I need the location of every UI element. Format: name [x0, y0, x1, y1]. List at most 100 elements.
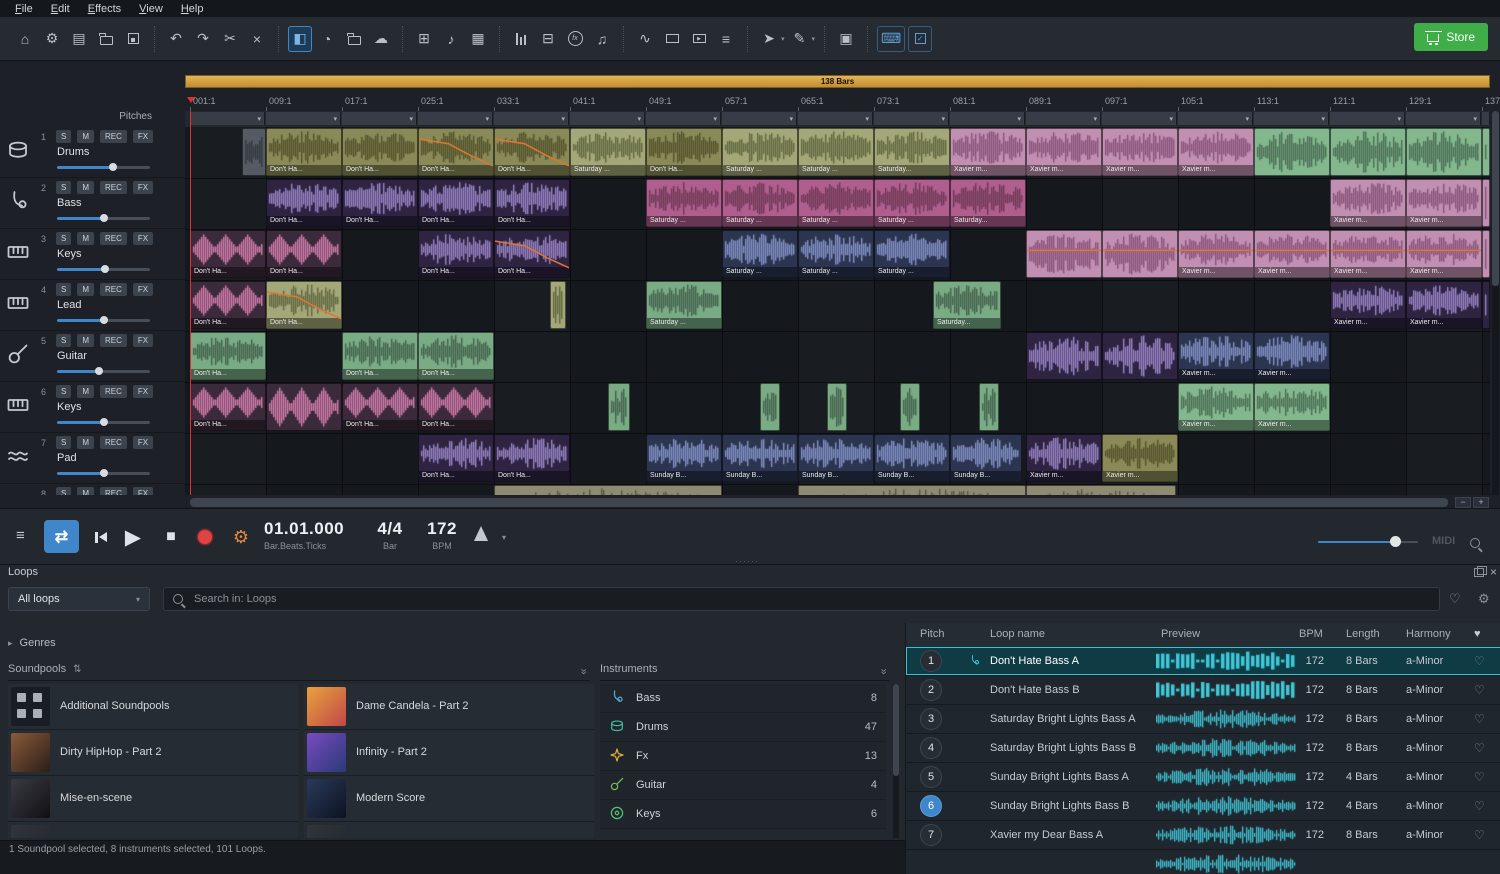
live-pads-icon[interactable]: ⊟: [536, 26, 560, 52]
track-volume-slider[interactable]: [57, 319, 150, 322]
volume-knob[interactable]: [1390, 536, 1401, 547]
track-volume-slider[interactable]: [57, 421, 150, 424]
loop-row[interactable]: 2Don't Hate Bass B1728 Barsa-Minor♡: [906, 676, 1500, 705]
track-1-fx-button[interactable]: FX: [133, 130, 153, 143]
open-project-icon[interactable]: [94, 26, 118, 52]
video-monitor-icon[interactable]: ▶: [687, 26, 711, 52]
clip[interactable]: Don't Ha...: [494, 179, 570, 227]
automation-icon[interactable]: ∿: [633, 26, 657, 52]
clip[interactable]: Sunday B...: [950, 434, 1022, 482]
column-header-loop-name[interactable]: Loop name: [990, 628, 1045, 640]
clip[interactable]: Saturday ...: [874, 179, 950, 227]
instrument-row[interactable]: Keys6: [600, 800, 886, 829]
clip[interactable]: Xavier m...: [1178, 128, 1254, 176]
clip[interactable]: Xavier m...: [1102, 128, 1178, 176]
vscroll-thumb[interactable]: [1492, 111, 1499, 286]
section-cell[interactable]: ▾: [1406, 112, 1481, 125]
object-monitor-icon[interactable]: ◧: [288, 26, 312, 52]
track-volume-slider[interactable]: [57, 268, 150, 271]
track-3-s-button[interactable]: S: [56, 232, 71, 245]
soundpool-item[interactable]: [304, 822, 594, 838]
clip[interactable]: Sunday B...: [722, 434, 798, 482]
favorite-icon[interactable]: ♡: [1474, 741, 1485, 755]
metronome-settings-button[interactable]: ⚙: [226, 522, 256, 552]
clip[interactable]: Xavier m...: [1330, 230, 1406, 278]
clip[interactable]: [608, 383, 630, 431]
section-cell[interactable]: [1482, 112, 1490, 125]
search-icon[interactable]: [1470, 535, 1480, 553]
volume-knob[interactable]: [95, 367, 103, 375]
clip[interactable]: Xavier m...: [1254, 383, 1330, 431]
instrument-row[interactable]: Fx13: [600, 742, 886, 771]
track-8-fx-button[interactable]: FX: [133, 487, 153, 495]
loop-range-bar[interactable]: 138 Bars: [185, 75, 1490, 88]
menu-file[interactable]: File: [6, 2, 42, 16]
section-cell[interactable]: ▾: [342, 112, 417, 125]
track-2-m-button[interactable]: M: [77, 181, 94, 194]
clip[interactable]: Saturday ...: [570, 128, 646, 176]
pitches-label[interactable]: Pitches: [92, 111, 152, 122]
pitch-badge[interactable]: 6: [920, 795, 942, 817]
instrument-row[interactable]: Guitar4: [600, 771, 886, 800]
clip[interactable]: Saturday ...: [722, 230, 798, 278]
track-grid[interactable]: Don't Ha...Don't Ha...Don't Ha...Don't H…: [185, 127, 1490, 495]
track-8-m-button[interactable]: M: [77, 487, 94, 495]
track-6-m-button[interactable]: M: [77, 385, 94, 398]
metronome-dropdown-icon[interactable]: ▾: [502, 533, 506, 542]
preview-waveform[interactable]: [1156, 709, 1296, 729]
mouse-mode-icon[interactable]: ➤: [757, 26, 781, 52]
sort-icon[interactable]: ⇅: [73, 664, 81, 675]
vertical-scrollbar[interactable]: [1492, 111, 1499, 495]
loop-row[interactable]: 5Sunday Bright Lights Bass A1724 Barsa-M…: [906, 763, 1500, 792]
clip[interactable]: Don't Ha...: [418, 179, 494, 227]
stop-button[interactable]: ■: [156, 522, 186, 552]
level-meter-icon[interactable]: ◔: [315, 26, 339, 52]
track-7-fx-button[interactable]: FX: [133, 436, 153, 449]
search-field[interactable]: [163, 587, 1440, 611]
audio-editor-icon[interactable]: ♪: [439, 26, 463, 52]
track-2-rec-button[interactable]: REC: [100, 181, 127, 194]
track-volume-slider[interactable]: [57, 472, 150, 475]
section-cell[interactable]: ▾: [798, 112, 873, 125]
clip[interactable]: [760, 383, 780, 431]
menu-view[interactable]: View: [130, 2, 172, 16]
loops-search-input[interactable]: [192, 592, 1430, 606]
master-volume-slider[interactable]: [1318, 536, 1418, 548]
home-icon[interactable]: ⌂: [13, 26, 37, 52]
pitch-badge[interactable]: 1: [920, 650, 942, 672]
clip[interactable]: Don't Ha...: [494, 434, 570, 482]
favorite-icon[interactable]: ♡: [1474, 712, 1485, 726]
soundpool-item[interactable]: [8, 822, 298, 838]
collapse-icon[interactable]: »: [877, 668, 889, 673]
pitch-badge[interactable]: 4: [920, 737, 942, 759]
track-7-rec-button[interactable]: REC: [100, 436, 127, 449]
clip[interactable]: Don't Ha...: [494, 230, 570, 278]
track-5-s-button[interactable]: S: [56, 334, 71, 347]
volume-knob[interactable]: [100, 316, 108, 324]
track-4-rec-button[interactable]: REC: [100, 283, 127, 296]
clip[interactable]: Don't Ha...: [418, 434, 494, 482]
draw-mode-icon[interactable]: ✎: [788, 26, 812, 52]
pattern-editor-icon[interactable]: ⊞: [412, 26, 436, 52]
clip[interactable]: Saturday ...: [874, 230, 950, 278]
time-signature-display[interactable]: 4/4 Bar: [368, 519, 412, 551]
section-cell[interactable]: ▾: [494, 112, 569, 125]
section-cell[interactable]: ▾: [1178, 112, 1253, 125]
clip[interactable]: Don't Ha...: [190, 230, 266, 278]
soundpool-item[interactable]: Infinity - Part 2: [304, 730, 594, 776]
clip[interactable]: Don't Ha...: [418, 128, 494, 176]
pitch-badge[interactable]: 3: [920, 708, 942, 730]
track-5-rec-button[interactable]: REC: [100, 334, 127, 347]
object-list-icon[interactable]: ≡: [714, 26, 738, 52]
section-cell[interactable]: ▾: [874, 112, 949, 125]
clip[interactable]: Don't Ha...: [342, 128, 418, 176]
loop-row[interactable]: 6Sunday Bright Lights Bass B1724 Barsa-M…: [906, 792, 1500, 821]
clip[interactable]: [266, 383, 342, 431]
preview-waveform[interactable]: [1156, 825, 1296, 845]
clip[interactable]: [798, 485, 1026, 495]
clip[interactable]: Don't Ha...: [266, 230, 342, 278]
panel-splitter[interactable]: ······: [735, 556, 759, 566]
loop-filter-dropdown[interactable]: All loops ▾: [8, 587, 150, 611]
clip[interactable]: [900, 383, 920, 431]
mixer-icon[interactable]: [509, 26, 533, 52]
